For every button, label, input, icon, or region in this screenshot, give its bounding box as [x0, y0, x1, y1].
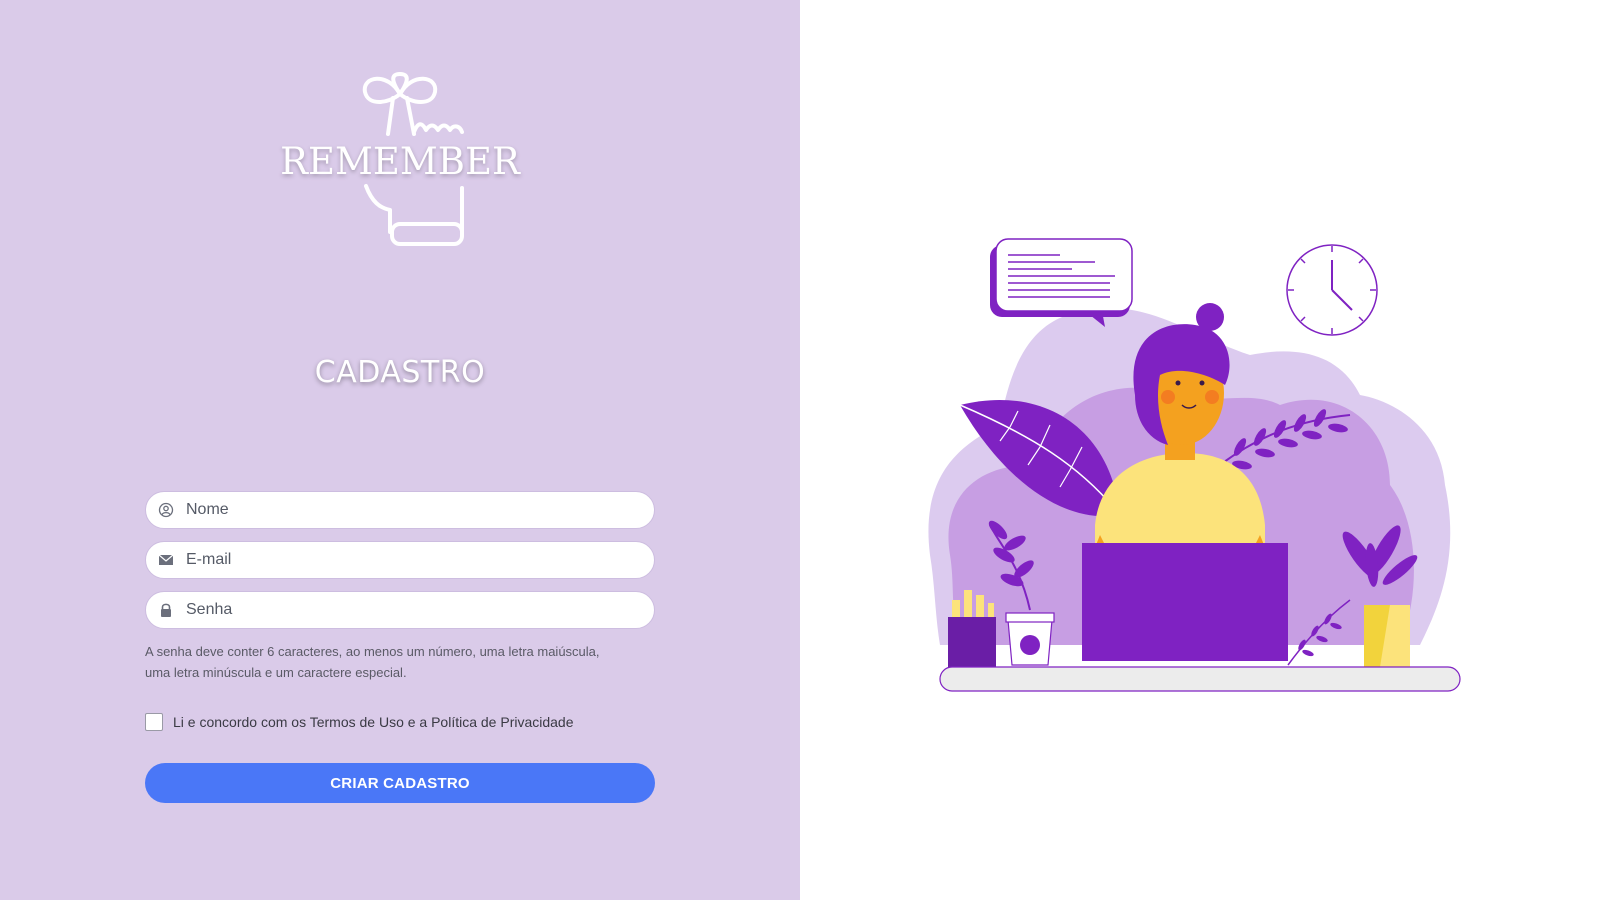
- illustration-panel: [800, 0, 1600, 900]
- name-input[interactable]: [186, 492, 636, 528]
- name-field[interactable]: [145, 491, 655, 529]
- laptop-icon: [1082, 543, 1288, 661]
- terms-label[interactable]: Li e concordo com os Termos de Uso e a P…: [173, 714, 574, 730]
- password-field[interactable]: [145, 591, 655, 629]
- remember-logo: REMEMBER: [280, 62, 520, 262]
- email-input[interactable]: [186, 542, 636, 578]
- password-hint-line-1: A senha deve conter 6 caracteres, ao men…: [145, 644, 600, 659]
- create-account-button[interactable]: CRIAR CADASTRO: [145, 763, 655, 803]
- password-hint-line-2: uma letra minúscula e um caractere espec…: [145, 665, 407, 680]
- page-title: CADASTRO: [314, 355, 486, 390]
- password-input[interactable]: [186, 592, 636, 628]
- envelope-icon: [158, 554, 174, 565]
- terms-checkbox[interactable]: [145, 713, 163, 731]
- woman-at-laptop-illustration: [928, 238, 1461, 692]
- lock-icon: [161, 603, 171, 617]
- email-field[interactable]: [145, 541, 655, 579]
- user-circle-icon: [158, 502, 174, 518]
- signup-panel: REMEMBER CADASTRO A senha deve conter 6 …: [0, 0, 800, 900]
- desk-icon: [939, 666, 1461, 692]
- logo-wordmark: REMEMBER: [280, 140, 520, 183]
- clock-icon: [1286, 244, 1378, 336]
- password-hint: A senha deve conter 6 caracteres, ao men…: [145, 641, 645, 683]
- coffee-cup-icon: [1005, 612, 1055, 666]
- speech-bubble-icon: [990, 238, 1133, 327]
